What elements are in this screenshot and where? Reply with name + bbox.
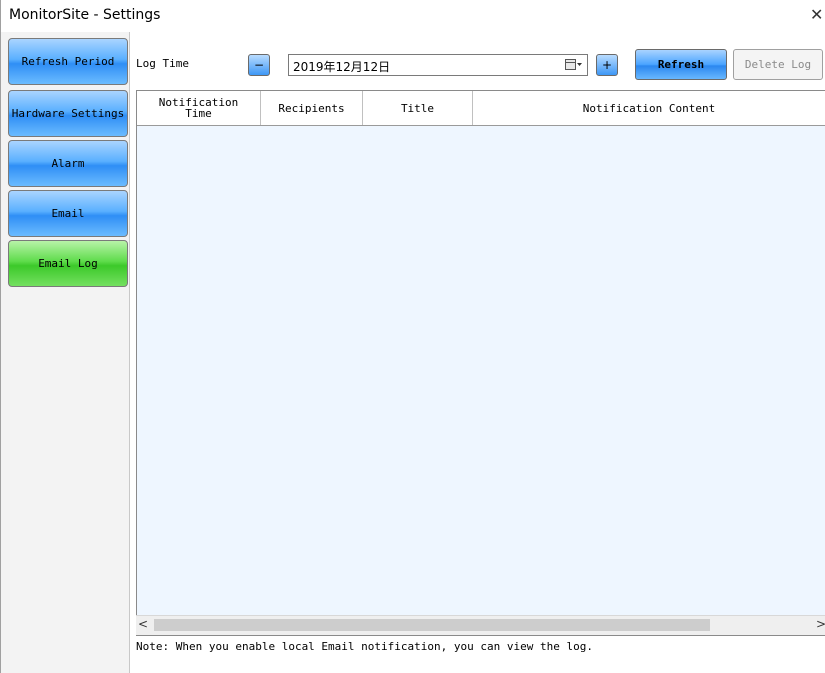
sidebar-item-alarm[interactable]: Alarm — [8, 140, 128, 187]
scrollbar-thumb[interactable] — [154, 619, 710, 631]
increment-date-button[interactable]: + — [596, 54, 618, 76]
sidebar-item-label: Email Log — [38, 257, 98, 270]
scroll-right-icon[interactable]: > — [816, 617, 825, 633]
sidebar-item-label: Alarm — [51, 157, 85, 170]
decrement-date-button[interactable]: − — [248, 54, 270, 76]
log-date-picker[interactable]: 2019年12月12日 — [288, 54, 588, 76]
sidebar: Refresh Period Hardware Settings Alarm E… — [1, 32, 130, 673]
calendar-dropdown-icon[interactable] — [565, 59, 583, 71]
settings-window: MonitorSite - Settings ✕ Refresh Period … — [0, 0, 825, 673]
email-log-table: Notification Time Recipients Title Notif… — [136, 90, 825, 636]
close-icon[interactable]: ✕ — [810, 5, 824, 25]
delete-log-button[interactable]: Delete Log — [733, 49, 823, 80]
sidebar-item-email-log[interactable]: Email Log — [8, 240, 128, 287]
sidebar-item-label: Email — [51, 207, 85, 220]
sidebar-item-hardware-settings[interactable]: Hardware Settings — [8, 90, 128, 137]
column-header-recipients[interactable]: Recipients — [261, 91, 363, 125]
sidebar-item-label: Hardware Settings — [11, 107, 125, 120]
log-time-label: Log Time — [136, 57, 189, 70]
table-header: Notification Time Recipients Title Notif… — [137, 91, 825, 126]
sidebar-item-refresh-period[interactable]: Refresh Period — [8, 38, 128, 85]
main-panel: Log Time − 2019年12月12日 + Refresh Delete … — [130, 32, 825, 673]
sidebar-item-label: Refresh Period — [21, 55, 115, 68]
scroll-left-icon[interactable]: < — [138, 617, 152, 633]
minus-icon: − — [253, 58, 265, 72]
title-bar: MonitorSite - Settings ✕ — [1, 0, 825, 32]
horizontal-scrollbar[interactable]: < > — [136, 615, 825, 635]
window-title: MonitorSite - Settings — [9, 7, 161, 23]
date-value: 2019年12月12日 — [293, 60, 391, 74]
column-header-title[interactable]: Title — [363, 91, 473, 125]
plus-icon: + — [601, 58, 613, 72]
column-header-notification-time[interactable]: Notification Time — [137, 91, 261, 125]
refresh-button[interactable]: Refresh — [635, 49, 727, 80]
log-note: Note: When you enable local Email notifi… — [136, 640, 593, 653]
column-header-notification-content[interactable]: Notification Content — [473, 91, 825, 125]
sidebar-item-email[interactable]: Email — [8, 190, 128, 237]
